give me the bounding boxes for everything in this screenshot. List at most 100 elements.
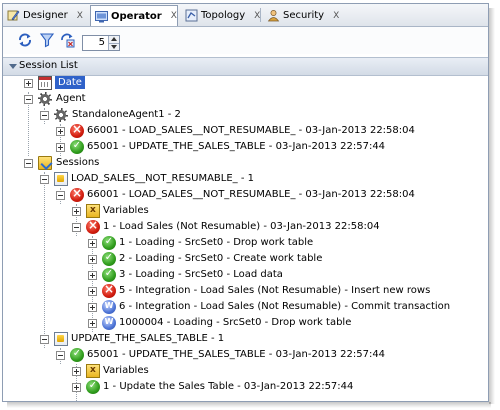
expand-icon[interactable] bbox=[88, 239, 97, 248]
success-icon bbox=[102, 252, 116, 266]
collapse-icon[interactable] bbox=[24, 95, 33, 104]
tree-node-label[interactable]: Variables bbox=[103, 365, 149, 376]
success-icon bbox=[102, 268, 116, 282]
expand-icon[interactable] bbox=[24, 79, 33, 88]
tree-node-label[interactable]: 66001 - LOAD_SALES__NOT_RESUMABLE_ - 03-… bbox=[87, 125, 415, 136]
operator-icon bbox=[95, 10, 108, 23]
expand-icon[interactable] bbox=[72, 383, 81, 392]
tab-label: Topology bbox=[201, 10, 246, 21]
tree-node-label[interactable]: Agent bbox=[56, 93, 86, 104]
tab-operator[interactable]: Operator X bbox=[90, 5, 178, 26]
expand-icon[interactable] bbox=[88, 255, 97, 264]
tree-node-scenario[interactable]: UPDATE_THE_SALES_TABLE - 1 bbox=[3, 331, 488, 347]
calendar-icon bbox=[38, 76, 52, 90]
tree-node-task[interactable]: 2 - Loading - SrcSet0 - Create work tabl… bbox=[3, 251, 488, 267]
tree-node-step[interactable]: 1 - Update the Sales Table - 03-Jan-2013… bbox=[3, 379, 488, 395]
tree-node-label[interactable]: 1 - Loading - SrcSet0 - Drop work table bbox=[119, 237, 313, 248]
filter-icon[interactable] bbox=[39, 32, 55, 48]
expand-icon[interactable] bbox=[56, 127, 65, 136]
expand-icon[interactable] bbox=[88, 271, 97, 280]
tree-node-label[interactable]: Sessions bbox=[56, 157, 99, 168]
spinner-up-button[interactable] bbox=[108, 36, 119, 43]
expand-icon[interactable] bbox=[56, 143, 65, 152]
close-icon[interactable]: X bbox=[171, 11, 177, 21]
collapse-icon[interactable] bbox=[40, 111, 49, 120]
tree-node-variables[interactable]: Variables bbox=[3, 203, 488, 219]
tree-node-task[interactable]: 3 - Loading - SrcSet0 - Load data bbox=[3, 267, 488, 283]
tab-security[interactable]: Security X bbox=[263, 6, 343, 25]
error-icon bbox=[70, 186, 84, 202]
tree-node-label[interactable]: 1000004 - Loading - SrcSet0 - Drop work … bbox=[119, 317, 351, 328]
tree-node-task[interactable]: 5 - Integration - Load Sales (Not Resuma… bbox=[3, 282, 488, 299]
session-limit-spinner[interactable]: 5 bbox=[82, 35, 120, 51]
success-icon bbox=[86, 380, 100, 394]
tree-node-session[interactable]: 66001 - LOAD_SALES__NOT_RESUMABLE_ - 03-… bbox=[3, 186, 488, 203]
refresh-icon[interactable] bbox=[17, 32, 33, 48]
sessions-folder-icon bbox=[38, 156, 52, 170]
tree-node-label[interactable]: Date bbox=[55, 76, 85, 89]
tree-node-sessions[interactable]: Sessions bbox=[3, 155, 488, 171]
collapse-icon[interactable] bbox=[40, 335, 49, 344]
close-icon[interactable]: X bbox=[77, 11, 83, 21]
tree-node-date[interactable]: Date bbox=[3, 75, 488, 91]
topology-icon bbox=[185, 9, 198, 22]
collapse-icon[interactable] bbox=[24, 159, 33, 168]
tree-node-label[interactable]: 3 - Loading - SrcSet0 - Load data bbox=[119, 269, 283, 280]
expand-icon[interactable] bbox=[72, 367, 81, 376]
session-list-header[interactable]: Session List bbox=[3, 57, 488, 76]
tree-node-label[interactable]: 6 - Integration - Load Sales (Not Resuma… bbox=[119, 301, 450, 312]
tree-node-label[interactable]: 1 - Load Sales (Not Resumable) - 03-Jan-… bbox=[103, 221, 380, 232]
tree-node-label[interactable]: Variables bbox=[103, 205, 149, 216]
tree-node-task[interactable]: 6 - Integration - Load Sales (Not Resuma… bbox=[3, 299, 488, 315]
purge-log-icon[interactable] bbox=[60, 32, 76, 48]
session-icon bbox=[54, 332, 68, 346]
tree-node-agent-instance[interactable]: StandaloneAgent1 - 2 bbox=[3, 107, 488, 123]
session-icon bbox=[54, 172, 68, 186]
security-icon bbox=[267, 9, 280, 22]
tree-node-label[interactable]: LOAD_SALES__NOT_RESUMABLE_ - 1 bbox=[71, 173, 254, 184]
tree-node-task[interactable]: 1 - Loading - SrcSet0 - Drop work table bbox=[3, 235, 488, 251]
tree-node-label[interactable]: 65001 - UPDATE_THE_SALES_TABLE - 03-Jan-… bbox=[87, 141, 385, 152]
tree-node-step[interactable]: 1 - Load Sales (Not Resumable) - 03-Jan-… bbox=[3, 218, 488, 235]
close-icon[interactable]: X bbox=[333, 11, 339, 21]
tree-node-scenario[interactable]: LOAD_SALES__NOT_RESUMABLE_ - 1 bbox=[3, 171, 488, 187]
expand-icon[interactable] bbox=[88, 287, 97, 296]
tab-topology[interactable]: Topology X bbox=[181, 6, 260, 25]
agent-icon bbox=[54, 108, 68, 122]
tree-node-label[interactable]: 65001 - UPDATE_THE_SALES_TABLE - 03-Jan-… bbox=[87, 349, 385, 360]
tab-bar: Designer X Operator X Topology X Securit… bbox=[3, 4, 488, 27]
variables-icon bbox=[86, 364, 100, 378]
collapse-icon[interactable] bbox=[56, 191, 65, 200]
expand-icon[interactable] bbox=[88, 303, 97, 312]
collapse-icon[interactable] bbox=[40, 175, 49, 184]
tree-node-label[interactable]: StandaloneAgent1 - 2 bbox=[72, 109, 181, 120]
designer-icon bbox=[7, 9, 20, 22]
spinner-down-button[interactable] bbox=[108, 43, 119, 50]
tree-node-label[interactable]: 1 - Update the Sales Table - 03-Jan-2013… bbox=[103, 381, 353, 392]
tree-node-session[interactable]: 65001 - UPDATE_THE_SALES_TABLE - 03-Jan-… bbox=[3, 347, 488, 363]
tree-node-task[interactable]: 1000004 - Loading - SrcSet0 - Drop work … bbox=[3, 315, 488, 331]
variables-icon bbox=[86, 204, 100, 218]
tree-node-session[interactable]: 65001 - UPDATE_THE_SALES_TABLE - 03-Jan-… bbox=[3, 139, 488, 155]
collapse-icon[interactable] bbox=[72, 223, 81, 232]
collapse-icon[interactable] bbox=[56, 351, 65, 360]
tab-designer[interactable]: Designer X bbox=[3, 6, 87, 25]
tree-node-label[interactable]: 66001 - LOAD_SALES__NOT_RESUMABLE_ - 03-… bbox=[87, 189, 415, 200]
expand-icon[interactable] bbox=[72, 207, 81, 216]
toolbar: 5 bbox=[3, 27, 488, 54]
tree-node-label[interactable]: 2 - Loading - SrcSet0 - Create work tabl… bbox=[119, 253, 322, 264]
tree-node-session[interactable]: 66001 - LOAD_SALES__NOT_RESUMABLE_ - 03-… bbox=[3, 122, 488, 139]
error-icon bbox=[70, 122, 84, 138]
session-tree: Date Agent StandaloneAgent1 - 2 66001 - … bbox=[3, 75, 488, 401]
tab-label: Operator bbox=[111, 10, 162, 22]
agent-icon bbox=[38, 92, 52, 106]
collapse-arrow-icon[interactable] bbox=[9, 64, 17, 69]
session-limit-value[interactable]: 5 bbox=[99, 37, 105, 48]
tree-node-label[interactable]: UPDATE_THE_SALES_TABLE - 1 bbox=[71, 333, 224, 344]
tree-node-agent[interactable]: Agent bbox=[3, 91, 488, 107]
expand-icon[interactable] bbox=[88, 319, 97, 328]
tree-node-label[interactable]: 5 - Integration - Load Sales (Not Resuma… bbox=[119, 285, 430, 296]
waiting-icon bbox=[102, 300, 116, 314]
tree-node-variables[interactable]: Variables bbox=[3, 363, 488, 379]
operator-window: Designer X Operator X Topology X Securit… bbox=[2, 3, 489, 402]
